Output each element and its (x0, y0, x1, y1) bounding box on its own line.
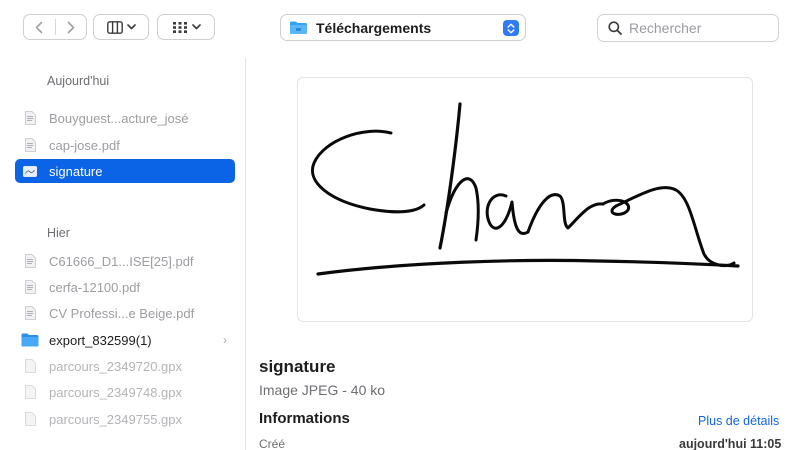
list-item-selected[interactable]: signature (15, 159, 235, 183)
document-icon (25, 306, 36, 320)
chevron-right-icon (67, 21, 75, 33)
list-item-label: parcours_2349720.gpx (49, 358, 182, 374)
info-heading: Informations (259, 410, 350, 427)
folder-icon (21, 333, 39, 347)
back-button[interactable] (24, 15, 55, 39)
list-item[interactable]: C61666_D1...ISE[25].pdf (15, 249, 235, 273)
list-item-label: Bouyguest...acture_josé (49, 110, 189, 126)
more-details-link[interactable]: Plus de détails (698, 414, 779, 428)
list-item-label: export_832599(1) (49, 332, 152, 348)
columns-icon (106, 20, 123, 34)
list-item[interactable]: parcours_2349720.gpx (15, 354, 235, 378)
created-value: aujourd'hui 11:05 (679, 437, 782, 450)
file-icon (25, 412, 36, 426)
up-down-chevron-icon (507, 23, 515, 33)
column-view-button[interactable] (93, 14, 149, 40)
image-preview (297, 77, 753, 322)
file-icon (25, 385, 36, 399)
file-list: Aujourd'hui Bouyguest...acture_josé cap-… (0, 58, 246, 450)
list-item-label: cap-jose.pdf (49, 137, 120, 153)
list-item-label: signature (49, 163, 103, 179)
document-icon (25, 111, 36, 125)
search-input[interactable] (629, 20, 769, 36)
location-popup[interactable]: Téléchargements (280, 14, 526, 41)
list-item[interactable]: Bouyguest...acture_josé (15, 106, 235, 130)
list-item[interactable]: cap-jose.pdf (15, 133, 235, 157)
image-file-icon (23, 165, 37, 177)
signature-image (311, 102, 740, 276)
list-item-label: CV Professi...e Beige.pdf (49, 305, 195, 321)
document-icon (25, 280, 36, 294)
chevron-down-icon (191, 24, 201, 30)
chevron-down-icon (126, 24, 136, 30)
list-item[interactable]: cerfa-12100.pdf (15, 275, 235, 299)
document-icon (25, 254, 36, 268)
toolbar: Téléchargements (0, 0, 788, 58)
location-label: Téléchargements (316, 19, 432, 36)
created-label: Créé (259, 437, 286, 450)
chevron-left-icon (35, 21, 43, 33)
file-kind: Image JPEG - 40 ko (259, 382, 386, 398)
document-icon (25, 138, 36, 152)
list-item[interactable]: CV Professi...e Beige.pdf (15, 301, 235, 325)
folder-icon (290, 21, 307, 34)
search-icon (608, 21, 622, 35)
navigation-buttons (23, 14, 87, 40)
list-item-folder[interactable]: export_832599(1) › (15, 328, 235, 352)
list-item-label: cerfa-12100.pdf (49, 279, 141, 295)
list-item-label: parcours_2349755.gpx (49, 411, 182, 427)
list-item[interactable]: parcours_2349748.gpx (15, 380, 235, 404)
forward-button[interactable] (56, 15, 87, 39)
group-options-button[interactable] (157, 14, 215, 40)
chevron-right-icon: › (223, 333, 227, 347)
section-title-today: Aujourd'hui (47, 74, 110, 88)
file-name: signature (259, 357, 336, 376)
file-icon (25, 359, 36, 373)
list-item-label: C61666_D1...ISE[25].pdf (49, 253, 194, 269)
search-field[interactable] (597, 14, 779, 42)
grid-icon (172, 21, 187, 33)
section-title-yesterday: Hier (47, 226, 70, 240)
popup-stepper[interactable] (503, 20, 519, 36)
list-item[interactable]: parcours_2349755.gpx (15, 407, 235, 431)
list-item-label: parcours_2349748.gpx (49, 384, 182, 400)
